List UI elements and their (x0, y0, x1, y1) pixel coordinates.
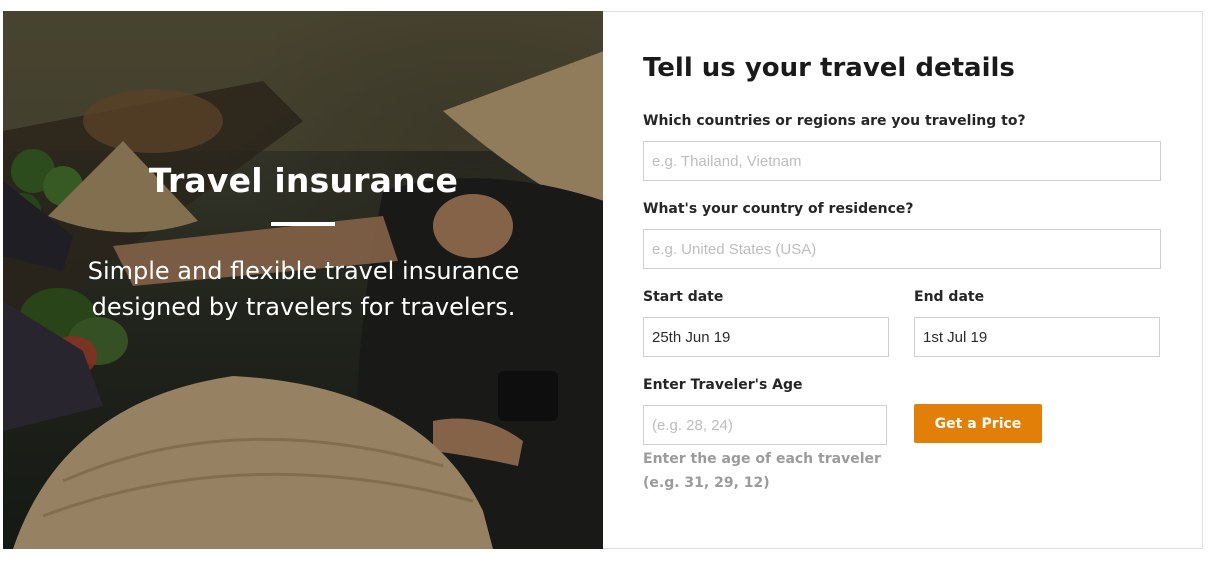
hero-divider (271, 222, 335, 226)
hero-subtitle: Simple and flexible travel insurance des… (87, 257, 520, 321)
get-price-button[interactable]: Get a Price (914, 404, 1042, 443)
traveler-age-hint-line1: Enter the age of each traveler (643, 451, 881, 467)
destination-label: Which countries or regions are you trave… (643, 113, 1026, 129)
traveler-age-hint: Enter the age of each traveler (e.g. 31,… (643, 447, 903, 495)
travel-details-form: Tell us your travel details Which countr… (603, 11, 1203, 549)
traveler-age-label: Enter Traveler's Age (643, 377, 803, 393)
residence-label: What's your country of residence? (643, 201, 914, 217)
start-date-input[interactable] (643, 317, 889, 357)
end-date-label: End date (914, 289, 985, 305)
hero-title: Travel insurance (148, 161, 459, 200)
traveler-age-input[interactable] (643, 405, 887, 445)
form-title: Tell us your travel details (643, 53, 1015, 83)
start-date-label: Start date (643, 289, 724, 305)
residence-input[interactable] (643, 229, 1161, 269)
destination-input[interactable] (643, 141, 1161, 181)
hero-banner: Travel insurance Simple and flexible tra… (3, 11, 604, 549)
traveler-age-hint-line2: (e.g. 31, 29, 12) (643, 475, 770, 491)
end-date-input[interactable] (914, 317, 1160, 357)
